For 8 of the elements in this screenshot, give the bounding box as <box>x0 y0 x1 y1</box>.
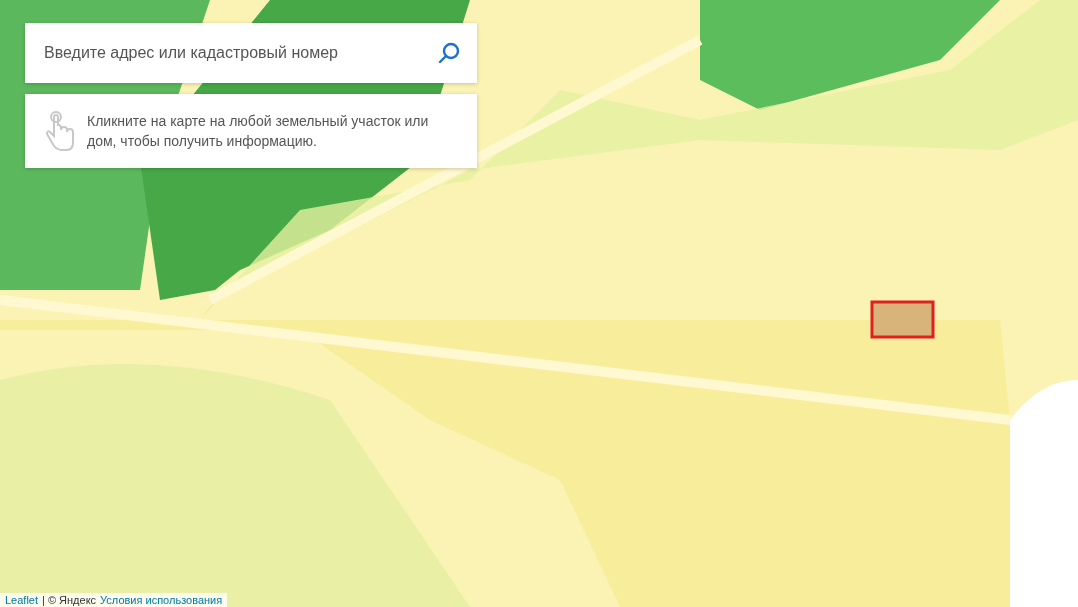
hint-text: Кликните на карте на любой земельный участок или дом, чтобы получить информацию. <box>87 112 430 151</box>
leaflet-link[interactable]: Leaflet <box>5 593 39 607</box>
pointing-hand-icon <box>45 110 75 152</box>
search-field[interactable]: Введите адрес или кадастровый номер <box>42 43 437 63</box>
terms-link[interactable]: Условия использования <box>100 593 223 607</box>
search-bar[interactable]: Введите адрес или кадастровый номер <box>25 23 477 83</box>
search-icon[interactable] <box>437 41 461 65</box>
copyright-text: | © Яндекс <box>42 593 97 607</box>
